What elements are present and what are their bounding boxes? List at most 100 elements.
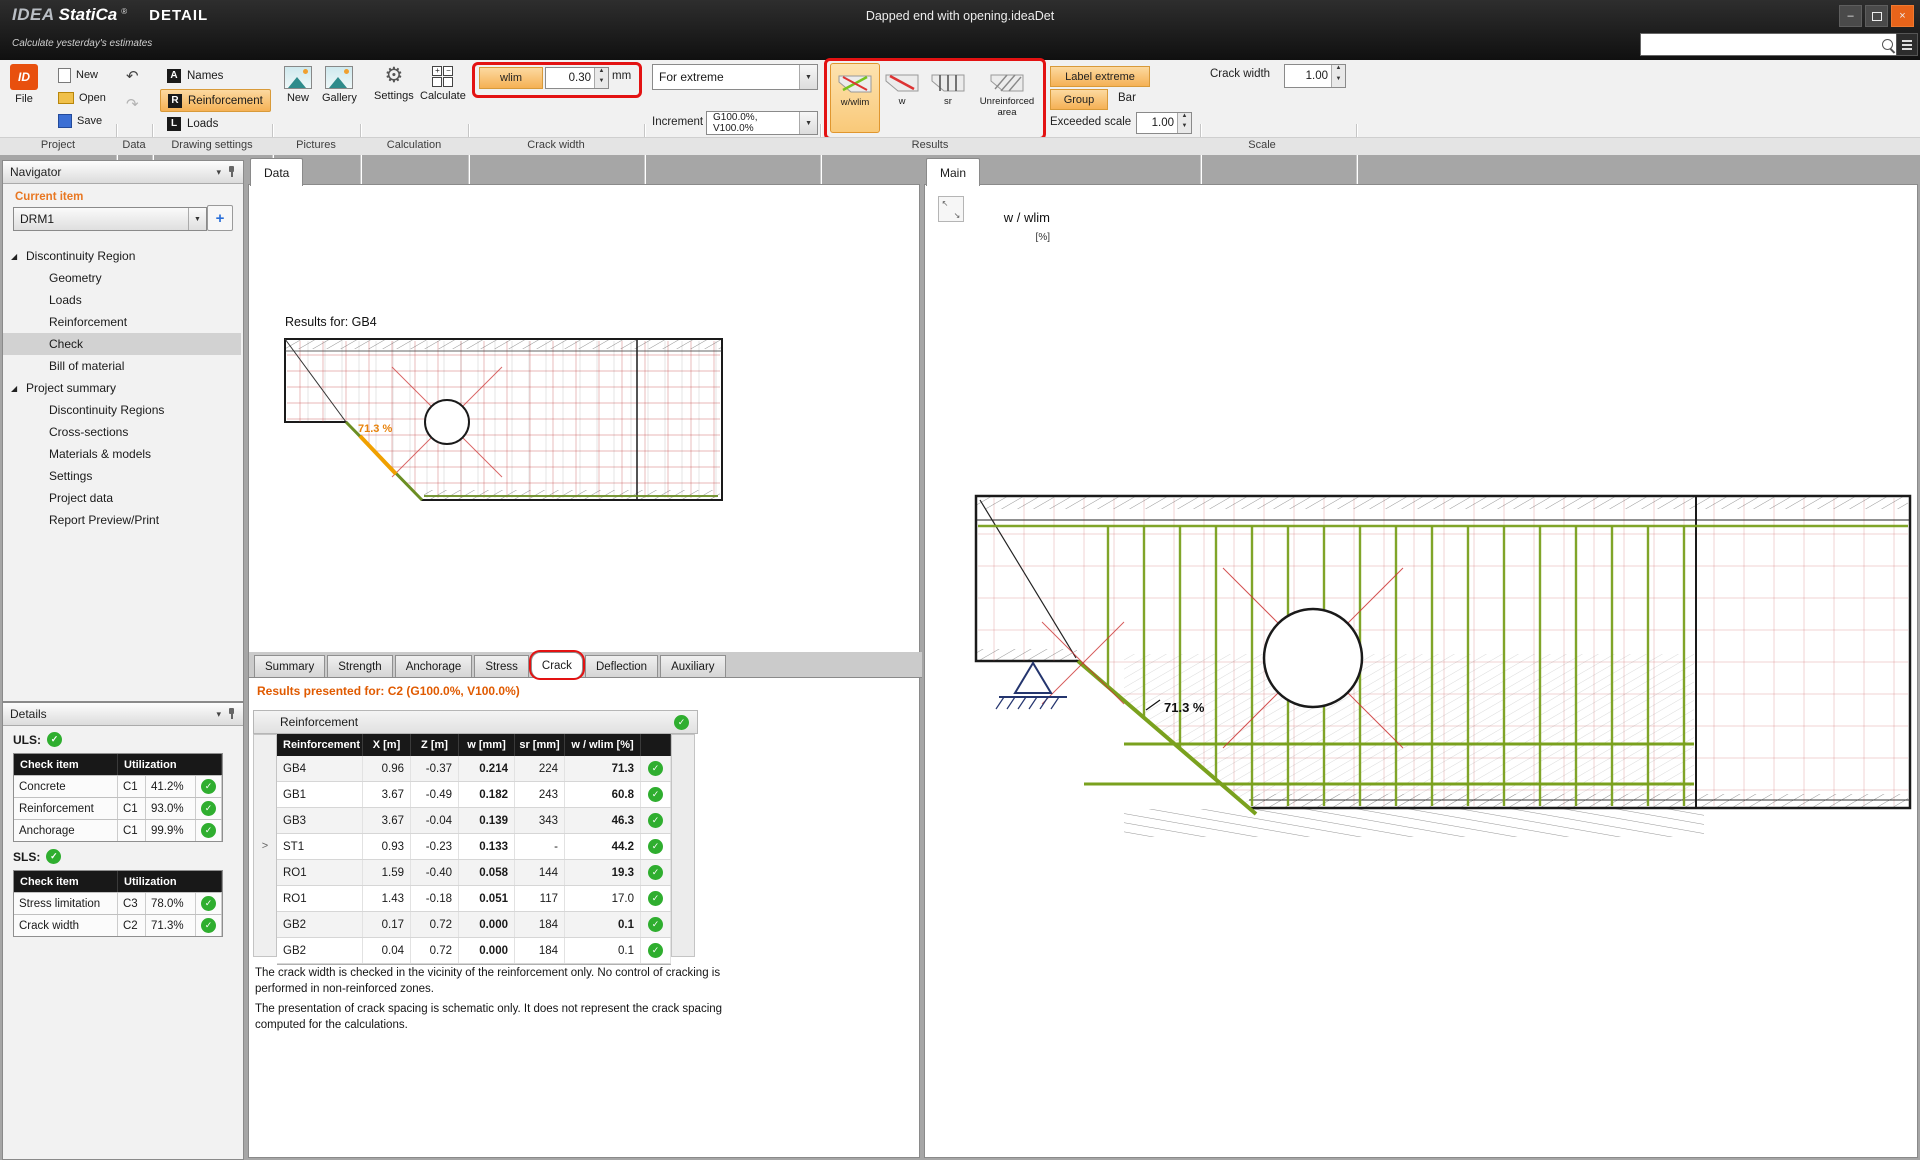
open-folder-icon — [58, 92, 74, 104]
detail-drawing-small[interactable]: Results for: GB4 71.3 % — [248, 184, 918, 650]
details-collapse-icon[interactable]: ▾ — [216, 709, 221, 720]
for-extreme-dropdown[interactable]: For extreme ▼ — [652, 64, 818, 90]
check-status-cell — [196, 798, 222, 819]
reinforcement-row[interactable]: GB13.67-0.490.18224360.8 — [277, 782, 671, 808]
reinforcement-row[interactable]: ST10.93-0.230.133-44.2 — [277, 834, 671, 860]
minimize-button[interactable]: – — [1839, 5, 1862, 27]
check-row[interactable]: Crack widthC271.3% — [14, 914, 222, 936]
gallery-button[interactable]: Gallery — [322, 66, 357, 104]
search-options-button[interactable] — [1896, 33, 1918, 56]
fit-view-button[interactable]: ↖↘ — [938, 196, 964, 222]
tree-item-reinforcement[interactable]: Reinforcement — [3, 311, 241, 333]
tree-item-discontinuity-regions[interactable]: Discontinuity Regions — [3, 399, 241, 421]
collapse-icon[interactable]: ▾ — [216, 167, 221, 178]
tree-item-bill-of-material[interactable]: Bill of material — [3, 355, 241, 377]
for-extreme-arrow-icon[interactable]: ▼ — [799, 65, 817, 89]
result-display-w[interactable]: w — [880, 63, 924, 131]
maximize-button[interactable] — [1865, 5, 1888, 27]
result-tab-anchorage[interactable]: Anchorage — [395, 655, 473, 677]
tree-item-project-summary[interactable]: ◢Project summary — [3, 377, 241, 399]
names-toggle[interactable]: A Names — [160, 65, 230, 86]
cell: - — [515, 834, 565, 859]
exceeded-scale-arrows[interactable]: ▲▼ — [1177, 113, 1191, 133]
tab-main[interactable]: Main — [926, 158, 980, 186]
reinforcement-row[interactable]: GB40.96-0.370.21422471.3 — [277, 756, 671, 782]
reinforcement-row[interactable]: GB33.67-0.040.13934346.3 — [277, 808, 671, 834]
table-expander[interactable]: > — [253, 734, 277, 957]
close-button[interactable]: × — [1891, 5, 1914, 27]
result-display-w-wlim[interactable]: w/wlim — [830, 63, 880, 133]
reinforcement-row[interactable]: GB20.040.720.0001840.1 — [277, 938, 671, 964]
picture-new-button[interactable]: New — [284, 66, 312, 104]
result-display-unreinforced-area[interactable]: Unreinforced area — [972, 63, 1042, 131]
wlim-spinner[interactable]: 0.30 ▲▼ — [545, 67, 609, 89]
bar-label[interactable]: Bar — [1118, 92, 1136, 104]
search-input[interactable] — [1640, 33, 1900, 56]
tree-item-check[interactable]: Check — [3, 333, 241, 355]
undo-button[interactable]: ↶ — [126, 68, 139, 86]
file-button[interactable]: ID File — [10, 64, 38, 105]
expander-icon[interactable]: ◢ — [11, 384, 26, 393]
tree-item-discontinuity-region[interactable]: ◢Discontinuity Region — [3, 245, 241, 267]
result-tab-auxiliary[interactable]: Auxiliary — [660, 655, 725, 677]
tree-item-materials-models[interactable]: Materials & models — [3, 443, 241, 465]
reinforcement-row[interactable]: GB20.170.720.0001840.1 — [277, 912, 671, 938]
reinforcement-toggle[interactable]: R Reinforcement — [160, 89, 271, 112]
reinforcement-row[interactable]: RO11.59-0.400.05814419.3 — [277, 860, 671, 886]
wlim-spinner-arrows[interactable]: ▲▼ — [594, 68, 608, 88]
result-tab-deflection[interactable]: Deflection — [585, 655, 658, 677]
details-pin-icon[interactable] — [227, 708, 236, 720]
check-status-cell — [196, 820, 222, 841]
tree-item-settings[interactable]: Settings — [3, 465, 241, 487]
current-item-value: DRM1 — [20, 212, 54, 226]
tree-item-project-data[interactable]: Project data — [3, 487, 241, 509]
check-ok-icon — [648, 813, 663, 828]
check-row[interactable]: Stress limitationC378.0% — [14, 892, 222, 914]
tab-data[interactable]: Data — [250, 158, 303, 186]
exceeded-scale-spinner[interactable]: 1.00 ▲▼ — [1136, 112, 1192, 134]
increment-arrow-icon[interactable]: ▼ — [799, 112, 817, 134]
crack-ticks-band — [1124, 809, 1704, 837]
scale-crack-width-spinner[interactable]: 1.00 ▲▼ — [1284, 64, 1346, 88]
pin-icon[interactable] — [227, 166, 236, 178]
open-button[interactable]: Open — [58, 89, 106, 107]
check-row[interactable]: ConcreteC141.2% — [14, 775, 222, 797]
table-scrollbar[interactable] — [671, 734, 695, 957]
save-button[interactable]: Save — [58, 112, 102, 130]
cell: -0.40 — [411, 860, 459, 885]
scale-crack-width-arrows[interactable]: ▲▼ — [1331, 65, 1345, 87]
group-toggle[interactable]: Group — [1050, 89, 1108, 110]
increment-dropdown[interactable]: G100.0%, V100.0% ▼ — [706, 111, 818, 135]
check-row[interactable]: ReinforcementC193.0% — [14, 797, 222, 819]
wlim-chip[interactable]: wlim — [479, 67, 543, 89]
result-tab-crack[interactable]: Crack — [531, 652, 583, 678]
tree-item-geometry[interactable]: Geometry — [3, 267, 241, 289]
result-display-sr[interactable]: sr — [926, 63, 970, 131]
uls-label: ULS: — [13, 732, 62, 747]
label-extreme-toggle[interactable]: Label extreme — [1050, 66, 1150, 87]
loads-toggle[interactable]: L Loads — [160, 113, 225, 134]
result-tab-summary[interactable]: Summary — [254, 655, 325, 677]
reinforcement-row[interactable]: RO11.43-0.180.05111717.0 — [277, 886, 671, 912]
new-button[interactable]: New — [58, 66, 98, 84]
redo-button[interactable]: ↷ — [126, 96, 139, 114]
check-row[interactable]: AnchorageC199.9% — [14, 819, 222, 841]
names-toggle-label: Names — [187, 70, 223, 82]
add-item-button[interactable]: + — [207, 205, 233, 231]
cell: 224 — [515, 756, 565, 781]
group-label-drawing-settings: Drawing settings — [171, 139, 252, 151]
current-item-dropdown[interactable]: DRM1 ▼ — [13, 207, 207, 231]
tree-item-report-preview-print[interactable]: Report Preview/Print — [3, 509, 241, 531]
reinforcement-section-header[interactable]: Reinforcement — [253, 710, 698, 734]
details-panel: Details ▾ ULS: Check itemUtilizationConc… — [2, 702, 244, 1160]
settings-button[interactable]: ⚙ Settings — [374, 65, 414, 102]
expander-icon[interactable]: ◢ — [11, 252, 26, 261]
current-item-arrow-icon[interactable]: ▼ — [188, 208, 206, 230]
result-tab-stress[interactable]: Stress — [474, 655, 529, 677]
tree-item-cross-sections[interactable]: Cross-sections — [3, 421, 241, 443]
tree-item-loads[interactable]: Loads — [3, 289, 241, 311]
detail-drawing-main[interactable]: 71.3 % — [924, 184, 1916, 1156]
result-tab-strength[interactable]: Strength — [327, 655, 392, 677]
calculate-button[interactable]: +− Calculate — [420, 66, 466, 102]
check-code-cell: C1 — [118, 776, 146, 797]
